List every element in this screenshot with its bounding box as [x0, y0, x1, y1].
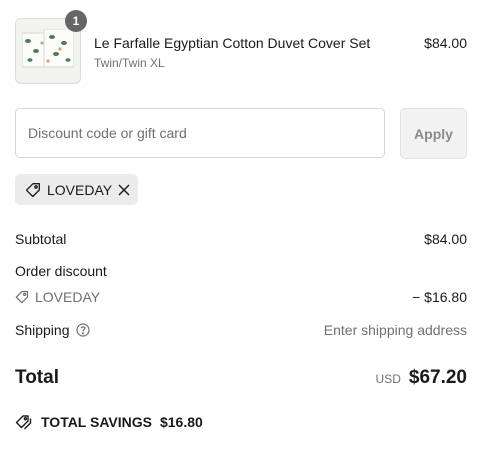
applied-code-label: LOVEDAY — [47, 181, 113, 198]
tag-icon — [25, 182, 41, 198]
total-savings: TOTAL SAVINGS $16.80 — [15, 414, 203, 430]
applied-discount-chip: LOVEDAY — [15, 174, 138, 205]
discount-code-text: LOVEDAY — [35, 289, 101, 305]
tag-icon — [15, 290, 29, 304]
total-label: Total — [15, 367, 59, 388]
help-circle-icon[interactable] — [75, 323, 90, 337]
product-title: Le Farfalle Egyptian Cotton Duvet Cover … — [94, 35, 371, 51]
order-discount-label: Order discount — [15, 263, 107, 279]
product-price: $84.00 — [424, 35, 467, 51]
shipping-label: Shipping — [15, 322, 70, 338]
subtotal-value: $84.00 — [424, 231, 467, 247]
shipping-value: Enter shipping address — [323, 322, 467, 338]
duvet-image — [22, 29, 74, 68]
discount-code-input[interactable] — [15, 108, 385, 158]
currency-code: USD — [375, 372, 401, 386]
close-icon[interactable] — [118, 184, 130, 196]
quantity-badge: 1 — [65, 10, 87, 32]
discount-code-line: LOVEDAY — [15, 289, 100, 305]
total-value: USD $67.20 — [376, 367, 467, 389]
double-tag-icon — [15, 414, 33, 430]
product-variant: Twin/Twin XL — [94, 56, 165, 70]
subtotal-label: Subtotal — [15, 231, 67, 247]
discount-value: − $16.80 — [412, 289, 467, 305]
shipping-line: Shipping — [15, 322, 90, 338]
total-amount: $67.20 — [408, 367, 467, 388]
savings-value: $16.80 — [159, 414, 203, 430]
apply-button[interactable]: Apply — [400, 108, 467, 159]
savings-label: TOTAL SAVINGS — [41, 414, 152, 430]
